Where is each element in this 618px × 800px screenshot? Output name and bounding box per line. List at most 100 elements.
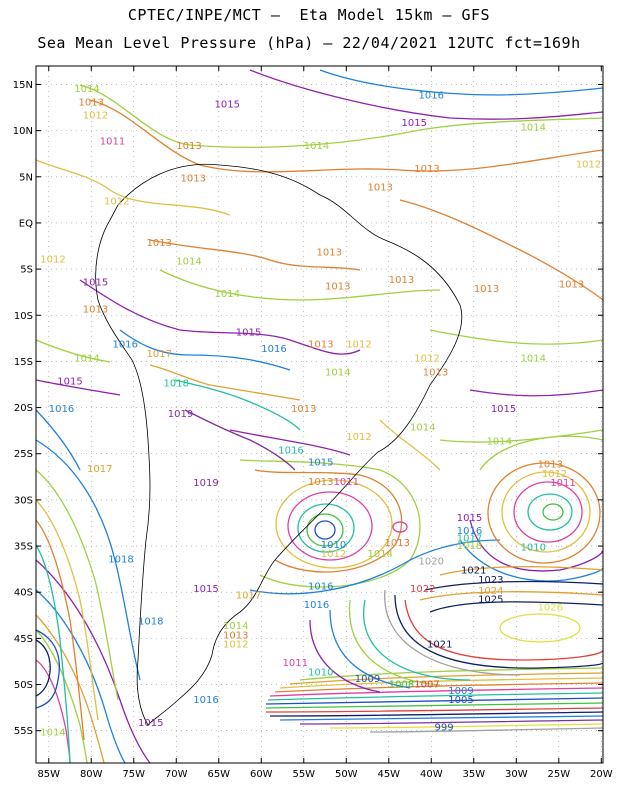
isobar-value-label: 1015 [57,376,82,387]
isobar [36,159,231,216]
isobar [542,503,564,521]
isobar-value-label: 1016 [278,446,303,457]
isobar-value-label: 1018 [138,617,163,628]
lon-tick-label: 20W [590,769,613,780]
isobar-value-label: 1015 [491,404,516,415]
isobar-value-label: 1005 [448,695,473,706]
isobar-value-label: 1011 [334,477,359,488]
isobar-value-label: 1025 [478,594,503,605]
lon-tick-label: 70W [165,769,188,780]
isobar-value-label: 1016 [261,344,286,355]
isobar-value-label: 1012 [104,196,129,207]
pressure-map: 15N 10N 5N EQ 5S 10S 15S 20S 25S 30S 35S 40S 45S 50S 5… [13,65,613,780]
isobar-value-label: 1013 [423,367,448,378]
lat-tick-label: 5N [19,172,33,183]
isobar-value-label: 1014 [74,84,99,95]
lat-tick-label: EQ [19,218,33,229]
isobar-value-label: 1018 [457,541,482,552]
isobar-value-label: 1015 [215,100,240,111]
lon-tick-label: 25W [547,769,570,780]
isobar-value-label: 1018 [164,378,189,389]
isobar-value-label: 1017 [147,349,172,360]
isobar [314,520,336,540]
isobar-contours [36,69,603,763]
isobar-value-label: 1016 [49,404,74,415]
isobar-value-label: 1013 [389,275,414,286]
isobar [36,409,81,471]
isobar-value-label: 1010 [308,667,333,678]
isobar-value-label: 1014 [325,367,350,378]
isobar-value-label: 1014 [521,123,546,134]
isobar-value-label: 1017 [87,464,112,475]
isobar-value-label: 1016 [419,90,444,101]
isobar-value-label: 1013 [317,247,342,258]
isobar-value-label: 1013 [181,173,206,184]
isobar-value-label: 999 [434,723,453,734]
isobar [501,471,591,553]
isobar-value-label: 1013 [176,141,201,152]
isobar [269,711,603,717]
isobar-value-label: 1013 [308,477,333,488]
isobar-value-label: 1015 [138,718,163,729]
isobar-value-label: 1018 [108,555,133,566]
lon-tick-label: 85W [37,769,60,780]
isobar-value-label: 1008 [389,679,414,690]
isobar [392,521,408,533]
lat-tick-label: 25S [14,449,33,460]
isobar-value-label: 1014 [176,256,201,267]
lon-tick-label: 40W [420,769,443,780]
lon-tick-label: 45W [377,769,400,780]
isobar-value-label: 1014 [410,423,435,434]
lon-tick-label: 55W [292,769,315,780]
lon-tick-label: 65W [207,769,230,780]
isobar-value-label: 1014 [40,727,65,738]
isobar-value-label: 1019 [168,409,193,420]
isobar-value-label: 1013 [385,538,410,549]
isobar [363,599,471,681]
lat-tick-label: 50S [14,680,33,691]
isobar-value-label: 1014 [487,437,512,448]
lat-tick-label: 40S [14,588,33,599]
isobar-value-label: 1014 [74,353,99,364]
isobar-value-label: 1016 [193,695,218,706]
isobar-value-label: 1014 [521,353,546,364]
isobar [319,69,603,96]
isobar-value-label: 1014 [215,289,240,300]
lat-tick-label: 35S [14,542,33,553]
lat-tick-label: 10S [14,311,33,322]
lat-tick-label: 15N [13,80,33,91]
isobar [499,613,581,643]
isobar-value-label: 1010 [521,543,546,554]
isobar [404,599,603,661]
isobar-value-label: 1013 [368,183,393,194]
isobar-value-label: 1015 [236,328,261,339]
isobar-value-label: 1011 [283,658,308,669]
lat-tick-label: 15S [14,357,33,368]
isobar [369,727,603,733]
isobar-value-label: 1011 [550,478,575,489]
isobar-value-label: 1015 [402,118,427,129]
lat-tick-label: 45S [14,634,33,645]
lat-tick-label: 20S [14,403,33,414]
isobar-value-label: 1015 [308,458,333,469]
isobar-value-label: 1013 [83,304,108,315]
isobar-value-label: 1009 [355,674,380,685]
isobar [424,580,603,591]
lon-tick-label: 75W [122,769,145,780]
lon-tick-label: 35W [462,769,485,780]
isobar-value-label: 1015 [83,278,108,289]
isobar-value-label: 1015 [457,513,482,524]
isobar-value-label: 1012 [346,432,371,443]
isobar-value-label: 1020 [419,557,444,568]
isobar-value-label: 1017 [236,591,261,602]
isobar-value-label: 1012 [223,640,248,651]
lon-tick-label: 80W [80,769,103,780]
isobar-value-label: 1007 [414,679,439,690]
isobar-value-label: 1021 [427,640,452,651]
lon-tick-label: 50W [335,769,358,780]
isobar [36,469,119,701]
isobar [527,493,573,531]
isobar-value-label: 1026 [538,603,563,614]
isobar [36,659,71,763]
isobar-value-label: 1013 [79,98,104,109]
